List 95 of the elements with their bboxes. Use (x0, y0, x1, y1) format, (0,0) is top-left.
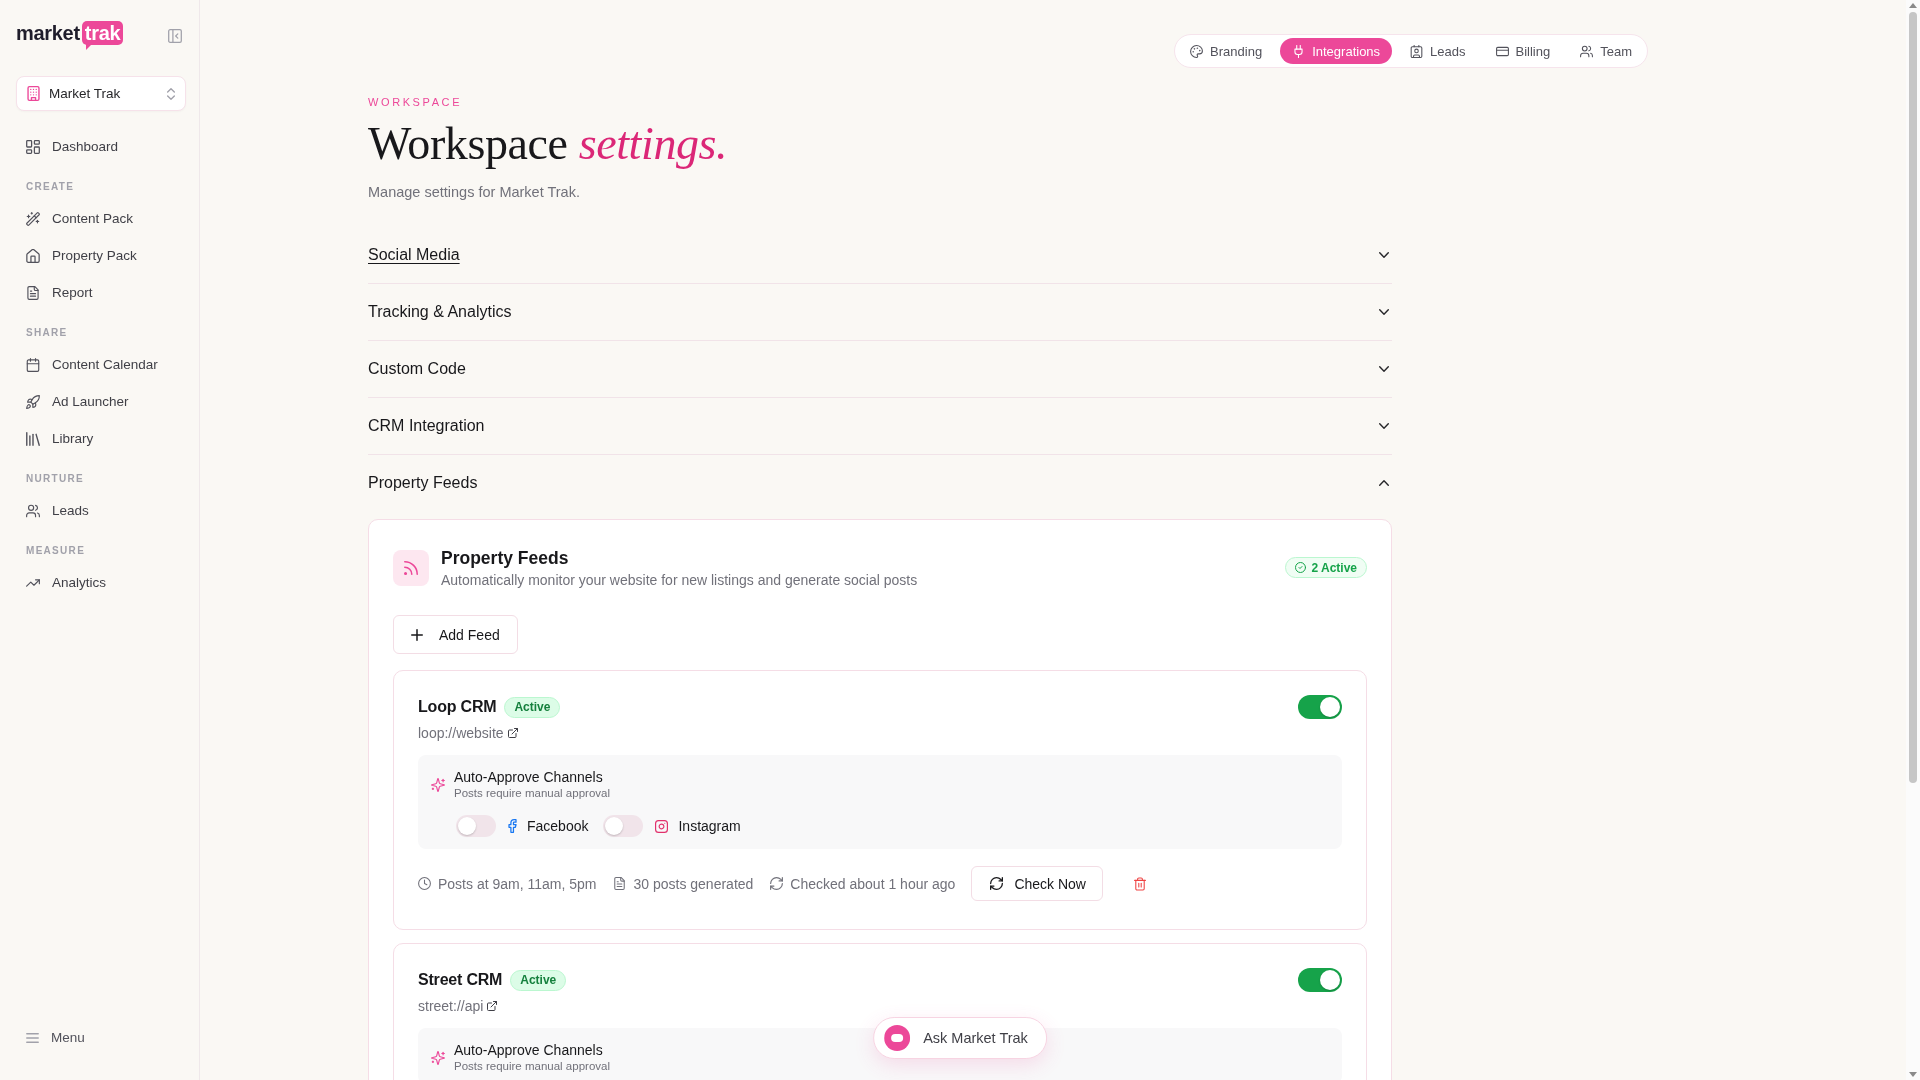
panel-title: Auto-Approve Channels (454, 768, 604, 786)
channel-label: Facebook (527, 818, 589, 834)
scrollbar[interactable] (1906, 0, 1920, 1080)
card-description: Automatically monitor your website for new listings and generate social posts (441, 571, 918, 590)
nav-item[interactable]: Library (16, 420, 186, 457)
nav-item[interactable]: Content Calendar (16, 346, 186, 383)
grid-icon (26, 139, 40, 154)
sparkles-icon (431, 1051, 445, 1065)
nav-item[interactable]: Analytics (16, 564, 186, 601)
check-circle-icon (1295, 562, 1307, 573)
users-icon (26, 503, 40, 518)
scroll-up-icon[interactable] (1909, 3, 1917, 8)
card-title: Property Feeds (441, 547, 570, 570)
nav-item[interactable]: Dashboard (16, 128, 186, 165)
menu-icon (26, 1032, 39, 1043)
users-icon (1580, 44, 1594, 58)
chat-icon (884, 1025, 911, 1051)
collapse-sidebar-icon[interactable] (168, 29, 182, 43)
palette-icon (1190, 44, 1204, 58)
scroll-down-icon[interactable] (1909, 1072, 1917, 1077)
calendar-icon (26, 357, 40, 372)
feed-name: Street CRM (418, 971, 503, 989)
external-link-icon (487, 1001, 498, 1011)
panel-title: Auto-Approve Channels (454, 1041, 604, 1059)
page-eyebrow: WORKSPACE (368, 95, 464, 109)
refresh-icon (990, 877, 1004, 890)
tab[interactable]: Integrations (1280, 38, 1393, 64)
document-icon (613, 877, 627, 890)
feed-url-link[interactable]: loop://website (418, 723, 518, 743)
instagram-icon (655, 819, 669, 833)
document-icon (26, 285, 40, 300)
ask-assistant-button[interactable]: Ask Market Trak (873, 1017, 1047, 1059)
channel-label: Instagram (678, 818, 741, 834)
chevron-up-icon (1379, 480, 1389, 486)
clock-icon (418, 877, 431, 890)
feed-toggle[interactable] (1298, 968, 1342, 992)
chevron-down-icon (1379, 423, 1389, 429)
menu-button[interactable]: Menu (16, 1019, 186, 1056)
nav-section-label: SHARE (25, 326, 69, 340)
tab[interactable]: Billing (1483, 38, 1563, 64)
chevron-down-icon (1379, 309, 1389, 315)
logo[interactable]: market trak (16, 21, 124, 51)
accordion-header[interactable]: Tracking & Analytics (368, 284, 1392, 341)
channel-toggle[interactable] (603, 815, 644, 837)
page-title: Workspace settings. (368, 118, 729, 170)
credit-card-icon (1495, 44, 1509, 58)
nav-section-label: NURTURE (25, 472, 85, 486)
accordion-header[interactable]: Property Feeds (368, 455, 1392, 511)
plug-icon (1292, 44, 1306, 58)
nav-item[interactable]: Report (16, 274, 186, 311)
accordion-header[interactable]: CRM Integration (368, 398, 1392, 455)
chevron-down-icon (1379, 252, 1389, 258)
nav-item[interactable]: Ad Launcher (16, 383, 186, 420)
feed-url-link[interactable]: street://api (418, 996, 498, 1016)
panel-subtitle: Posts require manual approval (454, 786, 610, 800)
plus-icon (411, 628, 423, 641)
nav-item[interactable]: Property Pack (16, 237, 186, 274)
nav-item[interactable]: Content Pack (16, 200, 186, 237)
add-feed-button[interactable]: Add Feed (393, 615, 518, 654)
status-badge: Active (504, 696, 561, 718)
chevron-down-icon (1379, 366, 1389, 372)
chevrons-up-down-icon (167, 87, 175, 100)
tab[interactable]: Leads (1398, 38, 1478, 64)
rss-icon (393, 550, 429, 586)
external-link-icon (507, 728, 518, 738)
tab[interactable]: Team (1568, 38, 1644, 64)
page-subtitle: Manage settings for Market Trak. (368, 183, 581, 202)
workspace-selector[interactable]: Market Trak (16, 76, 186, 111)
nav-section-label: CREATE (25, 180, 76, 194)
books-icon (26, 431, 40, 446)
nav-section-label: MEASURE (25, 544, 87, 558)
status-badge: Active (510, 969, 567, 991)
magic-wand-icon (26, 211, 40, 226)
sparkles-icon (431, 778, 445, 792)
house-icon (26, 248, 40, 263)
channel-toggle[interactable] (456, 815, 496, 837)
posts-count-text: 30 posts generated (633, 875, 754, 892)
panel-subtitle: Posts require manual approval (454, 1059, 610, 1073)
feed-toggle[interactable] (1298, 695, 1342, 719)
accordion-header[interactable]: Social Media (368, 227, 1392, 284)
contact-card-icon (1410, 44, 1424, 58)
check-now-button[interactable]: Check Now (971, 866, 1103, 901)
active-count-text: 2 Active (1311, 560, 1357, 575)
tab[interactable]: Branding (1178, 38, 1275, 64)
scrollbar-thumb[interactable] (1909, 12, 1917, 783)
schedule-text: Posts at 9am, 11am, 5pm (438, 875, 597, 892)
accordion-header[interactable]: Custom Code (368, 341, 1392, 398)
feed-name: Loop CRM (418, 698, 497, 716)
trash-icon[interactable] (1133, 876, 1146, 891)
facebook-icon (508, 819, 517, 833)
refresh-icon (770, 877, 784, 890)
rocket-icon (26, 394, 40, 409)
building-icon (27, 86, 40, 101)
nav-item[interactable]: Leads (16, 492, 186, 529)
last-checked-text: Checked about 1 hour ago (790, 875, 956, 892)
